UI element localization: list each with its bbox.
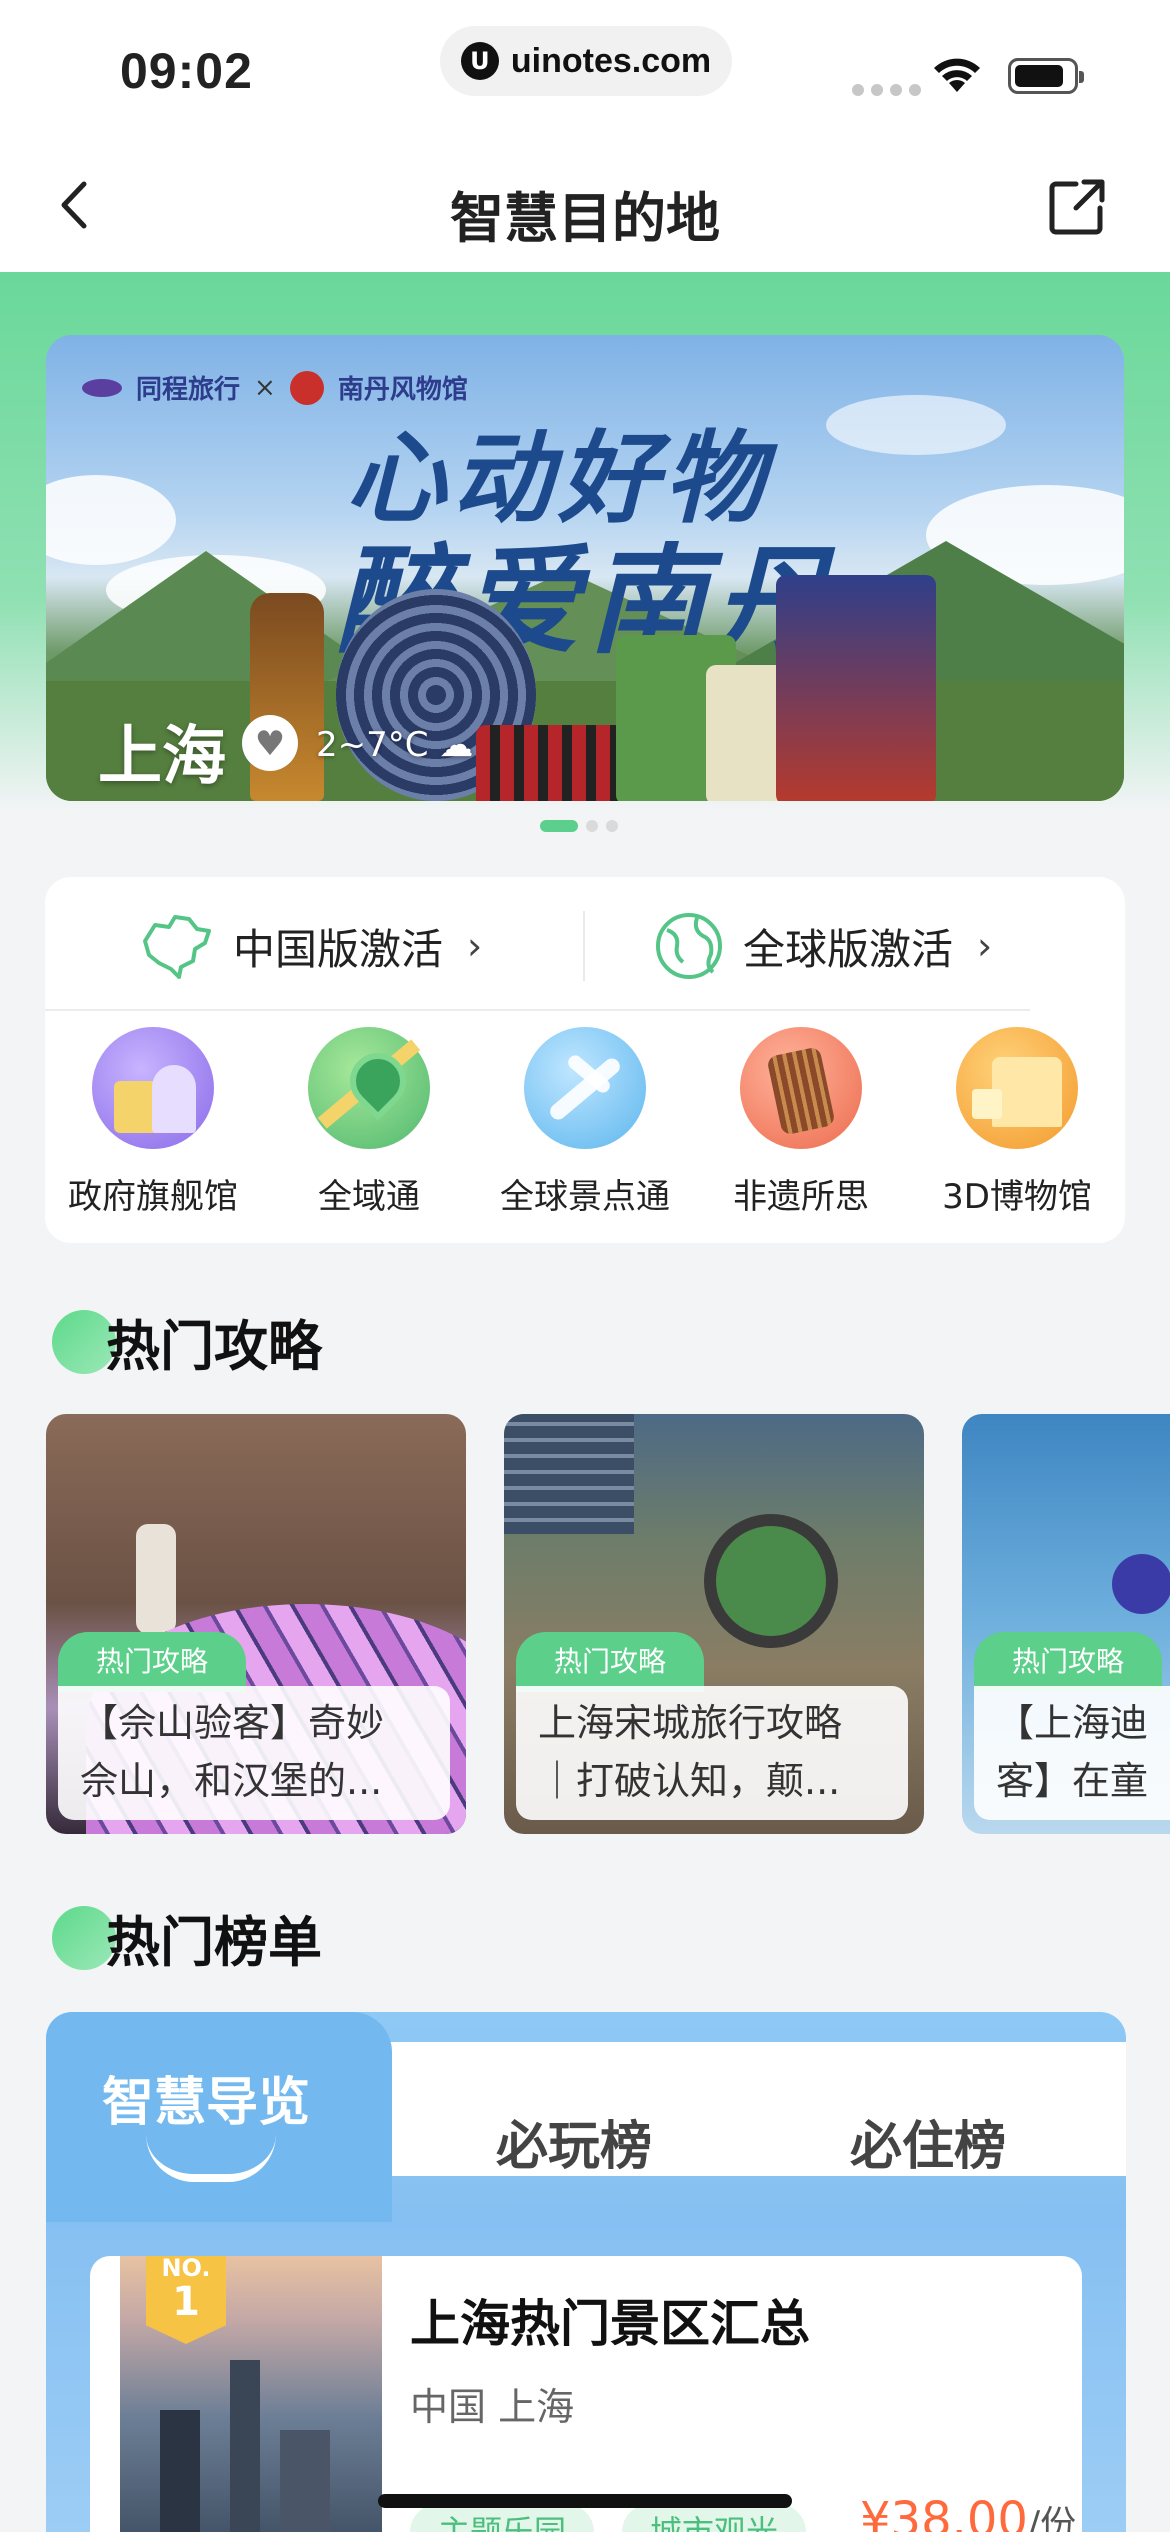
quick-icon-gov-pavilion[interactable]: 政府旗舰馆 <box>45 1027 261 1218</box>
chevron-right-icon: › <box>467 924 483 968</box>
carousel-dot[interactable] <box>586 820 598 832</box>
quick-icon-label: 全域通 <box>318 1177 420 1217</box>
tab-smile-underline <box>146 2134 276 2182</box>
ranking-item[interactable]: NO. 1 上海热门景区汇总 中国 上海 主题乐园 城市观光 ¥38.00/份 <box>90 2256 1082 2532</box>
ranking-item-chip: 城市观光 <box>622 2504 807 2532</box>
url-text: uinotes.com <box>510 41 712 80</box>
guide-caption: 【佘山验客】奇妙 佘山，和汉堡的... <box>58 1686 450 1820</box>
section-hot-ranking: 热门榜单 <box>52 1902 322 1974</box>
section-title: 热门榜单 <box>106 1910 322 1974</box>
price-unit: /份 <box>1027 2504 1077 2532</box>
nav-bar: 智慧目的地 <box>0 140 1170 273</box>
banner-city[interactable]: 上海 <box>98 705 226 797</box>
tongcheng-logo-icon <box>82 378 122 397</box>
banner-temperature: 2~7°C ☁ <box>316 725 473 765</box>
quick-icons-row: 政府旗舰馆 全域通 全球景点通 非遗所思 3D博物馆 <box>45 1027 1125 1218</box>
product-bag <box>476 725 626 801</box>
heart-location-icon[interactable]: ♥ <box>242 715 298 771</box>
china-activation-link[interactable]: 中国版激活 › <box>137 905 482 987</box>
guide-caption: 上海宋城旅行攻略 ｜打破认知，颠... <box>516 1686 908 1820</box>
site-logo-icon: U <box>460 42 499 80</box>
ranking-panel: 必玩榜 必住榜 智慧导览 NO. 1 上海热门景区汇总 中国 上海 主题乐园 城… <box>46 2012 1126 2532</box>
globe-icon <box>656 913 722 979</box>
quick-icon-label: 政府旗舰馆 <box>68 1177 238 1217</box>
brand-x: × <box>254 372 276 403</box>
quick-icon-intangible-heritage[interactable]: 非遗所思 <box>693 1027 909 1218</box>
china-map-icon <box>143 915 211 979</box>
temperature-text: 2~7°C <box>316 725 429 765</box>
global-activation-label: 全球版激活 <box>743 924 954 974</box>
ranking-item-name: 上海热门景区汇总 <box>410 2295 810 2353</box>
guide-title-line: ｜打破认知，颠... <box>538 1759 841 1803</box>
chevron-right-icon: › <box>977 924 993 968</box>
divider <box>583 911 585 981</box>
tab-must-play[interactable]: 必玩榜 <box>496 2104 652 2179</box>
guide-card[interactable]: 热门攻略 【佘山验客】奇妙 佘山，和汉堡的... <box>46 1414 466 1834</box>
share-external-icon[interactable] <box>1046 176 1108 238</box>
guide-tag: 热门攻略 <box>974 1632 1163 1692</box>
guide-title-line: 客】在童 <box>996 1759 1149 1803</box>
quick-icon-3d-museum[interactable]: 3D博物馆 <box>909 1027 1125 1218</box>
home-indicator[interactable] <box>378 2494 792 2508</box>
battery-icon <box>1008 58 1084 94</box>
section-title: 热门攻略 <box>106 1314 322 1378</box>
guides-carousel[interactable]: 热门攻略 【佘山验客】奇妙 佘山，和汉堡的... 热门攻略 上海宋城旅行攻略 ｜… <box>46 1414 1170 1834</box>
status-time: 09:02 <box>120 43 253 99</box>
page-title: 智慧目的地 <box>450 187 720 250</box>
quick-icon-label: 非遗所思 <box>733 1177 869 1217</box>
tab-smart-guide-label: 智慧导览 <box>102 2073 311 2133</box>
cellular-signal-icon <box>852 84 921 96</box>
divider <box>45 1009 1030 1011</box>
status-bar: 09:02 U uinotes.com <box>0 0 1170 140</box>
museum-icon <box>956 1027 1078 1149</box>
rank-badge: NO. 1 <box>146 2256 226 2344</box>
product-box <box>776 575 936 801</box>
guide-card[interactable]: 热门攻略 【上海迪 客】在童 <box>962 1414 1170 1834</box>
brand-left-text: 同程旅行 <box>136 375 241 405</box>
tab-must-stay[interactable]: 必住榜 <box>850 2104 1006 2179</box>
guide-title-line: 【佘山验客】奇妙 <box>80 1701 385 1745</box>
guide-tag: 热门攻略 <box>58 1632 247 1692</box>
guide-caption: 【上海迪 客】在童 <box>974 1686 1170 1820</box>
promo-banner[interactable]: 同程旅行 × 南丹风物馆 心动好物 醉爱南丹 上海 ♥ 2~7°C ☁ <box>46 335 1124 801</box>
guide-title-line: 【上海迪 <box>996 1701 1149 1745</box>
ranking-item-price: ¥38.00/份 <box>860 2492 1076 2532</box>
ranking-item-location: 中国 上海 <box>410 2385 575 2429</box>
guide-photo <box>136 1524 176 1634</box>
rank-badge-number: 1 <box>172 2279 200 2325</box>
quick-icon-label: 全球景点通 <box>500 1177 670 1217</box>
guide-photo-balloons <box>1112 1554 1170 1614</box>
quick-icon-label: 3D博物馆 <box>942 1177 1092 1217</box>
quick-icon-all-region-pass[interactable]: 全域通 <box>261 1027 477 1218</box>
url-pill[interactable]: U uinotes.com <box>440 26 732 96</box>
weather-cloud-icon: ☁ <box>439 725 474 765</box>
tab-smart-guide[interactable]: 智慧导览 <box>46 2012 392 2222</box>
guide-tag: 热门攻略 <box>516 1632 705 1692</box>
carousel-dot[interactable] <box>606 820 618 832</box>
china-activation-label: 中国版激活 <box>233 924 444 974</box>
quick-icon-global-sights[interactable]: 全球景点通 <box>477 1027 693 1218</box>
guide-photo-building <box>504 1414 634 1534</box>
nandan-logo-icon <box>289 370 324 405</box>
guqin-icon <box>740 1027 862 1149</box>
services-card: 中国版激活 › 全球版激活 › 政府旗舰馆 全域通 全球景点通 非遗所思 3D博… <box>45 877 1125 1243</box>
ranking-item-chip: 主题乐园 <box>410 2504 595 2532</box>
wifi-icon <box>934 58 980 92</box>
guide-title-line: 佘山，和汉堡的... <box>80 1759 383 1803</box>
airplane-icon <box>524 1027 646 1149</box>
guide-photo-emblem <box>704 1514 838 1648</box>
building-icon <box>92 1027 214 1149</box>
carousel-dot-active[interactable] <box>540 820 578 832</box>
carousel-indicator <box>540 820 618 832</box>
guide-card[interactable]: 热门攻略 上海宋城旅行攻略 ｜打破认知，颠... <box>504 1414 924 1834</box>
map-pin-icon <box>308 1027 430 1149</box>
price-value: ¥38.00 <box>860 2492 1028 2532</box>
guide-title-line: 上海宋城旅行攻略 <box>538 1701 843 1745</box>
global-activation-link[interactable]: 全球版激活 › <box>653 905 992 987</box>
section-hot-guides: 热门攻略 <box>52 1306 322 1378</box>
